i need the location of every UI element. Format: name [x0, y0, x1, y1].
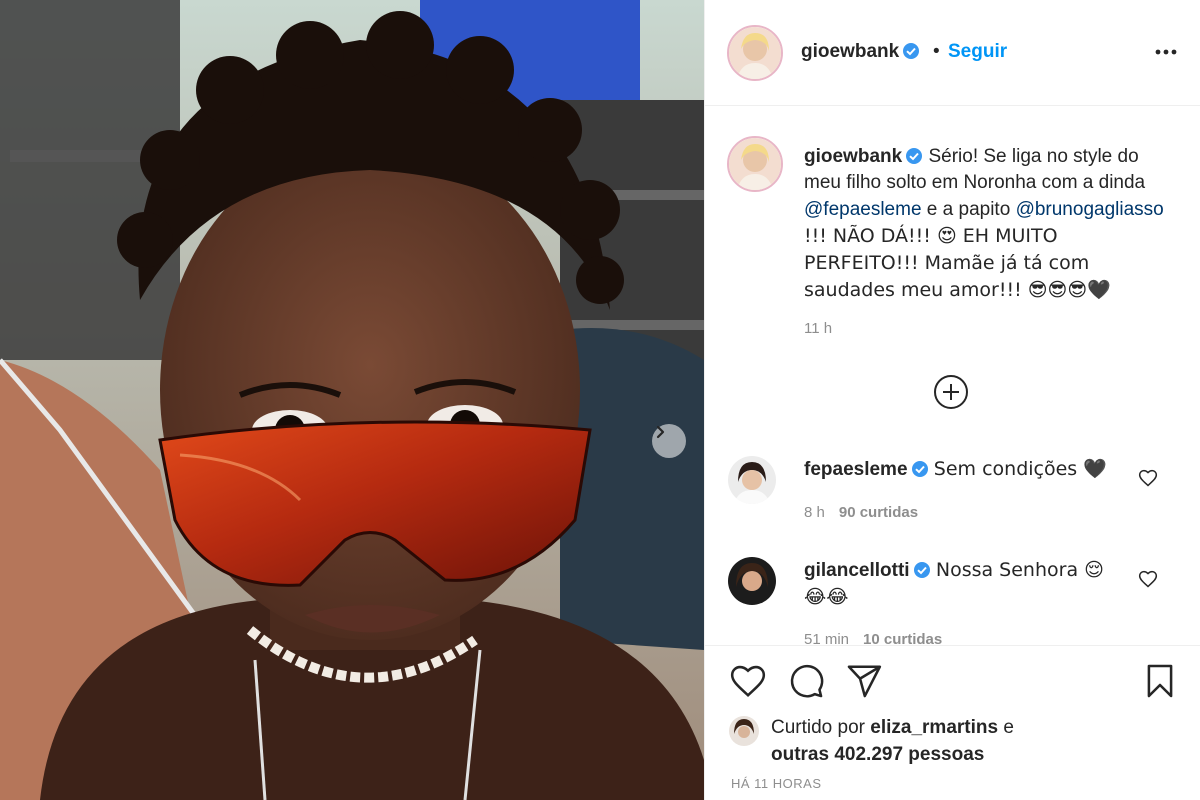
more-options-button[interactable]: [1151, 40, 1181, 64]
commenter-avatar[interactable]: [728, 456, 776, 504]
comment-username[interactable]: gilancellotti: [804, 560, 910, 581]
caption-text-2: e a papito: [921, 199, 1016, 220]
caption-text-3: !!! NÃO DÁ!!! 😍 EH MUITO PERFEITO!!! Mam…: [804, 225, 1111, 301]
mention-link-brunogagliasso[interactable]: @brunogagliasso: [1016, 199, 1164, 220]
comment-body: gilancellotti Nossa Senhora 😌😂😂: [804, 557, 1124, 611]
liker-avatar[interactable]: [729, 716, 759, 746]
share-button[interactable]: [845, 662, 883, 700]
verified-badge-icon: [911, 461, 928, 477]
post-side-panel: gioewbank • Seguir gioewbank Sério! Se l…: [704, 0, 1200, 800]
caption-timestamp[interactable]: 11 h: [804, 320, 832, 337]
comment-item: fepaesleme Sem condições 🖤 8 h 90 curtida…: [705, 452, 1200, 532]
comment-meta: 51 min 10 curtidas: [804, 631, 942, 645]
heart-icon: [1138, 570, 1158, 588]
author-avatar[interactable]: [727, 25, 783, 81]
comment-icon: [790, 664, 824, 698]
save-button[interactable]: [1141, 662, 1179, 700]
follow-button[interactable]: Seguir: [948, 41, 1007, 63]
heart-icon: [1138, 469, 1158, 487]
post-timestamp[interactable]: HÁ 11 HORAS: [731, 776, 822, 791]
caption-username[interactable]: gioewbank: [804, 146, 902, 167]
comment-meta: 8 h 90 curtidas: [804, 504, 918, 521]
comment-likes[interactable]: 10 curtidas: [863, 631, 942, 645]
bookmark-icon: [1147, 664, 1173, 698]
comment-time[interactable]: 8 h: [804, 504, 825, 521]
liked-by-others[interactable]: outras 402.297 pessoas: [771, 744, 984, 765]
liked-by-connector: e: [998, 717, 1014, 738]
comment-body: fepaesleme Sem condições 🖤: [804, 456, 1124, 483]
liked-by-summary: Curtido por eliza_rmartins e outras 402.…: [771, 714, 1171, 768]
author-username[interactable]: gioewbank: [801, 41, 920, 63]
comment-like-button[interactable]: [1138, 569, 1158, 589]
header-separator: •: [933, 41, 940, 62]
comment-time[interactable]: 51 min: [804, 631, 849, 645]
mention-link-fepaesleme[interactable]: @fepaesleme: [804, 199, 922, 220]
post-header: gioewbank • Seguir: [705, 0, 1200, 106]
post-photo[interactable]: [0, 0, 704, 800]
photo-illustration: [0, 0, 704, 800]
post-caption: gioewbank Sério! Se liga no style do meu…: [804, 144, 1174, 304]
liked-by-prefix: Curtido por: [771, 717, 871, 738]
paper-plane-icon: [847, 665, 882, 698]
comment-likes[interactable]: 90 curtidas: [839, 504, 918, 521]
verified-badge-icon: [913, 562, 930, 578]
plus-circle-icon: [934, 375, 968, 409]
more-options-icon: [1155, 49, 1177, 55]
like-button[interactable]: [729, 662, 767, 700]
chevron-right-icon: [656, 425, 665, 439]
comment-button[interactable]: [787, 662, 825, 700]
comment-item: gilancellotti Nossa Senhora 😌😂😂 51 min 10…: [705, 555, 1200, 645]
comment-username[interactable]: fepaesleme: [804, 459, 908, 480]
caption-author-avatar[interactable]: [727, 136, 783, 192]
verified-badge-icon: [903, 43, 920, 59]
post-actions: Curtido por eliza_rmartins e outras 402.…: [705, 645, 1200, 800]
load-more-comments-button[interactable]: [933, 374, 969, 410]
commenter-avatar[interactable]: [728, 557, 776, 605]
comment-like-button[interactable]: [1138, 468, 1158, 488]
comment-text: Sem condições 🖤: [933, 458, 1107, 480]
carousel-next-button[interactable]: [652, 424, 686, 458]
liked-by-user[interactable]: eliza_rmartins: [870, 717, 998, 738]
heart-icon: [730, 665, 766, 697]
verified-badge-icon: [906, 148, 923, 164]
